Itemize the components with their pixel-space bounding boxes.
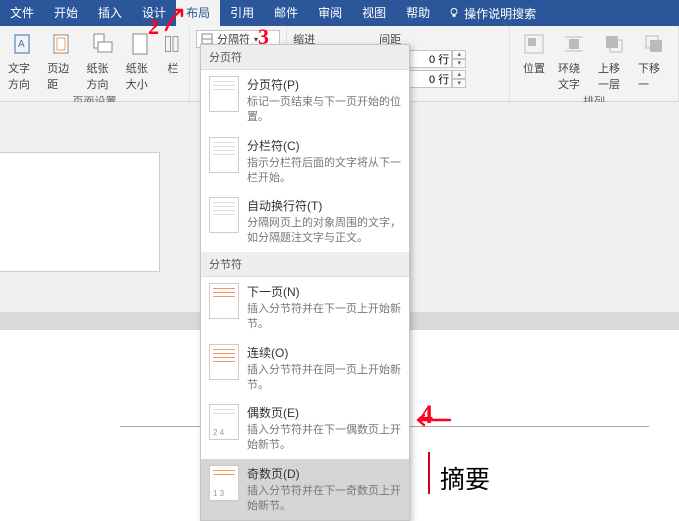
even-page-icon: 2 4	[209, 404, 239, 440]
menu-header-page-breaks: 分页符	[201, 45, 409, 70]
columns-icon	[159, 30, 187, 58]
margins-button[interactable]: 页边距	[45, 28, 80, 92]
position-icon	[520, 30, 548, 58]
menu-item-text-wrapping[interactable]: 自动换行符(T)分隔网页上的对象周围的文字，如分隔题注文字与正文。	[201, 191, 409, 252]
spacing-after-spinner[interactable]: ▴▾	[408, 70, 466, 88]
menu-item-even-page[interactable]: 2 4 偶数页(E)插入分节符并在下一偶数页上开始新节。	[201, 398, 409, 459]
svg-text:A: A	[18, 39, 25, 50]
text-cursor	[428, 452, 430, 494]
margins-icon	[49, 30, 77, 58]
size-icon	[127, 30, 155, 58]
send-backward-button[interactable]: 下移一	[636, 28, 672, 92]
menu-header-section-breaks: 分节符	[201, 252, 409, 277]
columns-button[interactable]: 栏	[163, 28, 183, 92]
breaks-menu: 分页符 分页符(P)标记一页结束与下一页开始的位置。 分栏符(C)指示分栏符后面…	[200, 44, 410, 521]
group-arrange: 位置 环绕文字 上移一层 下移一 排列	[510, 26, 679, 101]
lightbulb-icon	[448, 7, 460, 19]
page-break-icon	[209, 76, 239, 112]
bring-forward-button[interactable]: 上移一层	[596, 28, 632, 92]
bring-forward-icon	[600, 30, 628, 58]
column-break-icon	[209, 137, 239, 173]
wrap-icon	[560, 30, 588, 58]
spacing-before-spinner[interactable]: ▴▾	[408, 50, 466, 68]
text-direction-button[interactable]: A 文字方向	[6, 28, 41, 92]
tab-layout[interactable]: 布局	[176, 0, 220, 26]
page-1[interactable]	[0, 152, 160, 272]
tab-mailings[interactable]: 邮件	[264, 0, 308, 26]
tab-references[interactable]: 引用	[220, 0, 264, 26]
chevron-down-icon: ▾	[254, 35, 258, 44]
orientation-button[interactable]: 纸张方向	[85, 28, 120, 92]
position-button[interactable]: 位置	[516, 28, 552, 92]
tab-home[interactable]: 开始	[44, 0, 88, 26]
menu-item-odd-page[interactable]: 1 3 奇数页(D)插入分节符并在下一奇数页上开始新节。	[201, 459, 409, 520]
tell-me-search[interactable]: 操作说明搜索	[448, 5, 536, 22]
send-backward-icon	[640, 30, 668, 58]
menubar: 文件 开始 插入 设计 布局 引用 邮件 审阅 视图 帮助 操作说明搜索	[0, 0, 679, 26]
tell-me-label: 操作说明搜索	[464, 5, 536, 22]
wrap-text-button[interactable]: 环绕文字	[556, 28, 592, 92]
next-page-icon	[209, 283, 239, 319]
document-title[interactable]: 摘要	[440, 460, 490, 496]
tab-design[interactable]: 设计	[132, 0, 176, 26]
text-wrap-break-icon	[209, 197, 239, 233]
tab-insert[interactable]: 插入	[88, 0, 132, 26]
menu-item-page-break[interactable]: 分页符(P)标记一页结束与下一页开始的位置。	[201, 70, 409, 131]
odd-page-icon: 1 3	[209, 465, 239, 501]
tab-help[interactable]: 帮助	[396, 0, 440, 26]
tab-file[interactable]: 文件	[0, 0, 44, 26]
continuous-icon	[209, 344, 239, 380]
menu-item-column-break[interactable]: 分栏符(C)指示分栏符后面的文字将从下一栏开始。	[201, 131, 409, 192]
group-page-setup: A 文字方向 页边距 纸张方向 纸张大小 栏 页面设置	[0, 26, 190, 101]
tab-view[interactable]: 视图	[352, 0, 396, 26]
tab-review[interactable]: 审阅	[308, 0, 352, 26]
text-direction-icon: A	[10, 30, 38, 58]
menu-item-next-page[interactable]: 下一页(N)插入分节符并在下一页上开始新节。	[201, 277, 409, 338]
menu-item-continuous[interactable]: 连续(O)插入分节符并在同一页上开始新节。	[201, 338, 409, 399]
size-button[interactable]: 纸张大小	[124, 28, 159, 92]
orientation-icon	[88, 30, 116, 58]
